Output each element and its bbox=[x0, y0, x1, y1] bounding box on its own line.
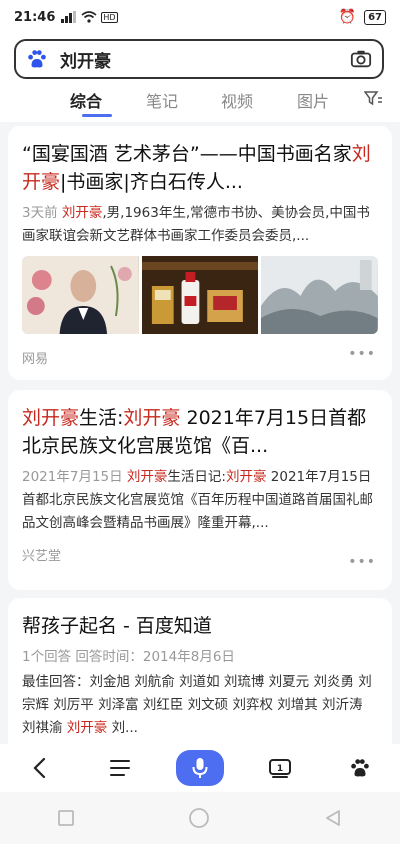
result-abstract: 2021年7月15日 刘开豪生活日记:刘开豪 2021年7月15日首都北京民族文… bbox=[22, 466, 378, 535]
more-options-icon[interactable]: ••• bbox=[348, 346, 376, 362]
wifi-icon bbox=[81, 11, 97, 23]
result-abstract-text: 刘... bbox=[107, 720, 138, 736]
result-card[interactable]: 帮孩子起名 - 百度知道 1个回答 回答时间：2014年8月6日 最佳回答：刘金… bbox=[8, 598, 392, 758]
result-title-highlight: 刘开豪 bbox=[22, 407, 80, 429]
camera-icon[interactable] bbox=[350, 48, 372, 70]
tab-active-underline bbox=[82, 114, 112, 117]
result-image-painting[interactable] bbox=[261, 256, 378, 334]
result-card[interactable]: “国宴国酒 艺术茅台”——中国书画名家刘开豪|书画家|齐白石传人... 3天前 … bbox=[8, 126, 392, 380]
result-date: 2021年7月15日 bbox=[22, 469, 123, 485]
more-options-icon[interactable]: ••• bbox=[348, 554, 376, 570]
result-abstract-text: 生活日记: bbox=[167, 469, 226, 485]
result-meta: 1个回答 回答时间：2014年8月6日 bbox=[22, 649, 235, 665]
status-icons: HD bbox=[61, 11, 118, 23]
tab-notes[interactable]: 笔记 bbox=[146, 88, 178, 112]
bottom-nav: 1 bbox=[0, 744, 400, 792]
result-images[interactable] bbox=[22, 256, 378, 334]
alarm-icon: ⏰ bbox=[338, 9, 357, 25]
result-abstract-highlight: 刘开豪 bbox=[61, 205, 103, 221]
chevron-left-icon bbox=[33, 757, 46, 779]
status-bar: 21:46 HD ⏰ 67 bbox=[0, 0, 400, 34]
result-title-highlight: 刘开豪 bbox=[123, 407, 181, 429]
search-box[interactable]: 刘开豪 bbox=[14, 39, 384, 79]
result-title[interactable]: “国宴国酒 艺术茅台”——中国书画名家刘开豪|书画家|齐白石传人... bbox=[22, 140, 378, 196]
filter-icon[interactable] bbox=[363, 90, 382, 110]
menu-icon bbox=[110, 760, 130, 776]
result-date: 3天前 bbox=[22, 205, 58, 221]
tabs-button[interactable]: 1 bbox=[256, 750, 304, 786]
result-tabs: 综合 笔记 视频 图片 bbox=[0, 88, 400, 122]
voice-search-button[interactable] bbox=[176, 750, 224, 786]
signal-icon bbox=[61, 11, 77, 23]
search-input[interactable]: 刘开豪 bbox=[60, 47, 350, 72]
back-triangle-icon[interactable] bbox=[323, 808, 343, 828]
result-source: 兴艺堂 bbox=[22, 549, 62, 564]
result-title-text: |书画家|齐白石传人... bbox=[60, 171, 243, 193]
baidu-paw-icon bbox=[351, 759, 369, 777]
system-nav-bar bbox=[0, 792, 400, 844]
result-title-highlight: 开豪 bbox=[22, 171, 61, 193]
tabs-icon: 1 bbox=[269, 759, 291, 778]
back-button[interactable] bbox=[16, 750, 64, 786]
result-title[interactable]: 帮孩子起名 - 百度知道 bbox=[22, 612, 378, 640]
microphone-icon bbox=[192, 758, 208, 778]
result-title[interactable]: 刘开豪生活:刘开豪 2021年7月15日首都北京民族文化宫展览馆《百... bbox=[22, 404, 378, 460]
result-image-portrait[interactable] bbox=[22, 256, 139, 334]
menu-button[interactable] bbox=[96, 750, 144, 786]
result-title-highlight: 刘 bbox=[351, 143, 371, 165]
recent-apps-icon[interactable] bbox=[57, 809, 75, 827]
result-abstract-highlight: 刘开豪 bbox=[66, 720, 108, 736]
result-abstract-highlight: 刘开豪 bbox=[126, 469, 168, 485]
result-abstract: 最佳回答：刘金旭 刘航俞 刘道如 刘琉博 刘夏元 刘炎勇 刘宗辉 刘厉平 刘泽富… bbox=[22, 671, 378, 740]
result-card[interactable]: 刘开豪生活:刘开豪 2021年7月15日首都北京民族文化宫展览馆《百... 20… bbox=[8, 390, 392, 590]
result-source: 网易 bbox=[22, 352, 49, 367]
svg-text:1: 1 bbox=[277, 764, 283, 774]
result-title-text: 生活: bbox=[79, 407, 124, 429]
home-circle-icon[interactable] bbox=[188, 807, 210, 829]
baidu-paw-icon bbox=[28, 50, 46, 68]
result-abstract: 3天前 刘开豪,男,1963年生,常德市书协、美协会员,中国书画家联谊会新文艺群… bbox=[22, 202, 378, 248]
tab-all[interactable]: 综合 bbox=[70, 88, 102, 112]
search-header: 刘开豪 bbox=[0, 34, 400, 88]
result-abstract-highlight: 刘开豪 bbox=[225, 469, 267, 485]
baidu-home-button[interactable] bbox=[336, 750, 384, 786]
tab-video[interactable]: 视频 bbox=[221, 88, 253, 112]
battery-indicator: 67 bbox=[364, 9, 386, 25]
result-image-liquor[interactable] bbox=[141, 256, 259, 334]
tab-images[interactable]: 图片 bbox=[297, 88, 329, 112]
result-title-text: “国宴国酒 艺术茅台”——中国书画名家 bbox=[22, 143, 352, 165]
hd-icon: HD bbox=[101, 11, 118, 23]
status-time: 21:46 bbox=[14, 9, 56, 25]
